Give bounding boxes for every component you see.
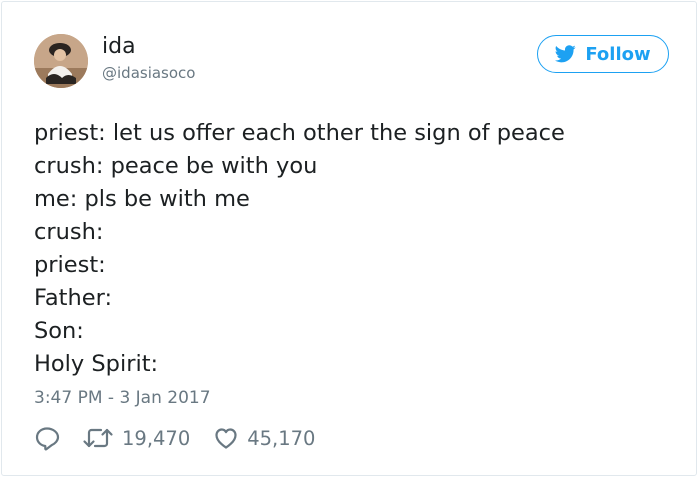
tweet-card: ida @idasiasoco Follow priest: let us of… [1, 1, 697, 476]
retweet-button[interactable]: 19,470 [82, 425, 190, 451]
tweet-line: crush: peace be with you [34, 153, 318, 179]
tweet-line: Holy Spirit: [34, 351, 159, 377]
like-count: 45,170 [247, 426, 316, 450]
tweet-timestamp[interactable]: 3:47 PM - 3 Jan 2017 [34, 386, 211, 410]
tweet-line: Son: [34, 318, 84, 344]
tweet-line: priest: let us offer each other the sign… [34, 120, 565, 146]
action-bar: 19,470 45,170 [34, 424, 315, 452]
tweet-line: me: pls be with me [34, 186, 250, 212]
display-name[interactable]: ida [102, 33, 136, 61]
heart-icon [215, 428, 237, 449]
user-handle[interactable]: @idasiasoco [102, 63, 195, 83]
retweet-count: 19,470 [122, 426, 191, 450]
reply-button[interactable] [34, 425, 60, 451]
like-button[interactable]: 45,170 [213, 425, 315, 451]
tweet-text: priest: let us offer each other the sign… [34, 117, 674, 381]
avatar[interactable] [34, 34, 88, 88]
follow-button[interactable]: Follow [537, 35, 669, 73]
tweet-line: Father: [34, 285, 113, 311]
reply-icon [35, 427, 60, 451]
tweet-line: priest: [34, 252, 106, 278]
avatar-image [34, 34, 88, 88]
follow-label: Follow [585, 43, 651, 65]
twitter-bird-icon [555, 45, 577, 63]
tweet-line: crush: [34, 219, 104, 245]
retweet-icon [83, 428, 113, 448]
